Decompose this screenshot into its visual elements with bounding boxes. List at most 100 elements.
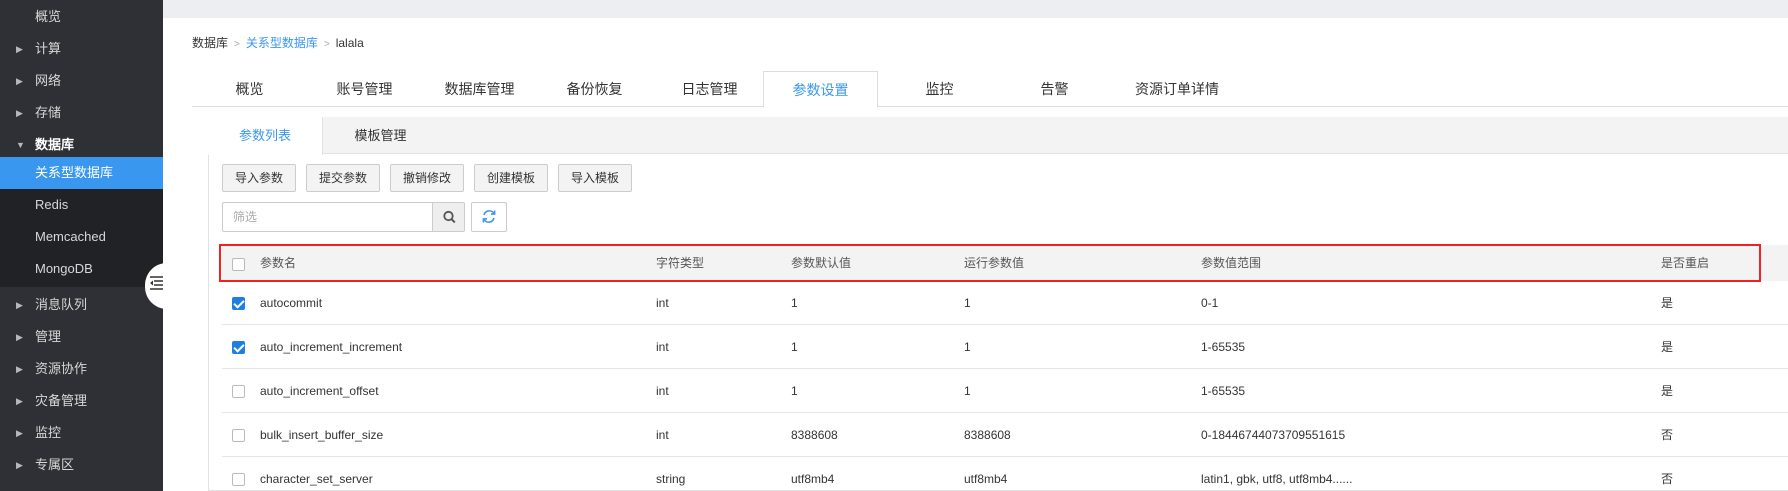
refresh-button[interactable] — [471, 202, 507, 232]
cell-type: string — [656, 472, 686, 486]
sidebar-item-monitor[interactable]: ▶ 监控 — [0, 417, 163, 449]
sidebar-item-management[interactable]: ▶ 管理 — [0, 321, 163, 353]
cell-default: 1 — [791, 384, 798, 398]
cell-name: auto_increment_offset — [260, 384, 379, 398]
cell-range: 0-18446744073709551615 — [1201, 428, 1346, 442]
tab-parameter-settings[interactable]: 参数设置 — [763, 71, 878, 108]
breadcrumb-separator-icon: > — [234, 39, 240, 50]
tab-monitor[interactable]: 监控 — [882, 71, 997, 107]
cell-type: int — [656, 384, 669, 398]
sidebar-item-label: 存储 — [35, 105, 62, 120]
sidebar-item-label: 专属区 — [35, 457, 75, 472]
subtab-parameter-list[interactable]: 参数列表 — [208, 117, 323, 155]
row-checkbox[interactable] — [232, 429, 245, 442]
cell-type: int — [656, 340, 669, 354]
tab-resource-order-details[interactable]: 资源订单详情 — [1112, 71, 1242, 107]
breadcrumb: 数据库 > 关系型数据库 > lalala — [192, 34, 364, 51]
sub-tabs: 参数列表 模板管理 — [208, 117, 1788, 155]
sidebar-item-disaster-recovery[interactable]: ▶ 灾备管理 — [0, 385, 163, 417]
breadcrumb-root[interactable]: 数据库 — [192, 36, 228, 50]
tab-log-management[interactable]: 日志管理 — [652, 71, 767, 107]
cell-restart: 否 — [1661, 472, 1674, 486]
cell-name: auto_increment_increment — [260, 340, 403, 354]
sidebar-item-compute[interactable]: ▶ 计算 — [0, 33, 163, 65]
sidebar-item-label: 资源协作 — [35, 361, 88, 376]
cell-restart: 是 — [1661, 296, 1674, 310]
caret-right-icon: ▶ — [16, 300, 23, 310]
cell-type: int — [656, 428, 669, 442]
tab-accounts[interactable]: 账号管理 — [307, 71, 422, 107]
cell-range: 1-65535 — [1201, 384, 1246, 398]
cell-restart: 否 — [1661, 428, 1674, 442]
sidebar-item-label: 监控 — [35, 425, 62, 440]
search-button[interactable] — [432, 202, 465, 232]
caret-right-icon: ▶ — [16, 108, 23, 118]
sidebar-item-message-queue[interactable]: ▶ 消息队列 — [0, 289, 163, 321]
cell-restart: 是 — [1661, 384, 1674, 398]
sidebar-item-overview[interactable]: 概览 — [0, 1, 163, 33]
import-params-button[interactable]: 导入参数 — [222, 164, 297, 192]
sidebar-item-mongodb[interactable]: MongoDB — [0, 253, 163, 287]
cell-default: 1 — [791, 296, 798, 310]
undo-changes-button[interactable]: 撤销修改 — [390, 164, 465, 192]
caret-right-icon: ▶ — [16, 76, 23, 86]
caret-right-icon: ▶ — [16, 332, 23, 342]
cell-range: 0-1 — [1201, 296, 1219, 310]
sidebar-item-label: 灾备管理 — [35, 393, 88, 408]
cell-running: 8388608 — [964, 428, 1011, 442]
sidebar-item-label: 网络 — [35, 73, 62, 88]
search-icon — [443, 210, 456, 224]
cell-default: 1 — [791, 340, 798, 354]
sidebar-item-label: 管理 — [35, 329, 62, 344]
sidebar-item-label: 计算 — [35, 41, 62, 56]
row-checkbox[interactable] — [232, 297, 245, 310]
tab-alerts[interactable]: 告警 — [997, 71, 1112, 107]
cell-running: 1 — [964, 340, 971, 354]
sidebar-item-dedicated-zone[interactable]: ▶ 专属区 — [0, 449, 163, 481]
cell-range: latin1, gbk, utf8, utf8mb4...... — [1201, 472, 1353, 486]
subtab-template-management[interactable]: 模板管理 — [323, 117, 438, 154]
highlight-box — [219, 244, 1761, 282]
table-row[interactable]: autocommit int 1 1 0-1 是 — [222, 281, 1788, 325]
create-template-button[interactable]: 创建模板 — [474, 164, 549, 192]
cell-running: utf8mb4 — [964, 472, 1008, 486]
sidebar-item-rds[interactable]: 关系型数据库 — [0, 157, 163, 189]
tab-overview[interactable]: 概览 — [192, 71, 307, 107]
refresh-icon — [482, 210, 496, 223]
sidebar-item-label: 概览 — [35, 9, 62, 24]
cell-type: int — [656, 296, 669, 310]
top-strip — [163, 0, 1788, 18]
row-checkbox[interactable] — [232, 341, 245, 354]
submit-params-button[interactable]: 提交参数 — [306, 164, 381, 192]
cell-range: 1-65535 — [1201, 340, 1246, 354]
cell-running: 1 — [964, 296, 971, 310]
caret-right-icon: ▶ — [16, 364, 23, 374]
sidebar-item-redis[interactable]: Redis — [0, 189, 163, 221]
sidebar-item-label: Redis — [35, 197, 69, 212]
tab-database-management[interactable]: 数据库管理 — [422, 71, 537, 107]
table-row[interactable]: auto_increment_increment int 1 1 1-65535… — [222, 325, 1788, 369]
cell-default: utf8mb4 — [791, 472, 835, 486]
caret-right-icon: ▶ — [16, 428, 23, 438]
caret-right-icon: ▶ — [16, 460, 23, 470]
import-template-button[interactable]: 导入模板 — [558, 164, 633, 192]
filter-input[interactable]: 筛选 — [222, 202, 433, 232]
breadcrumb-current: lalala — [335, 36, 364, 50]
collapse-icon — [150, 276, 163, 293]
sidebar-item-resource-collab[interactable]: ▶ 资源协作 — [0, 353, 163, 385]
main-tabs: 概览 账号管理 数据库管理 备份恢复 日志管理 参数设置 监控 告警 资源订单详… — [192, 71, 1788, 108]
row-checkbox[interactable] — [232, 385, 245, 398]
row-checkbox[interactable] — [232, 473, 245, 486]
table-row[interactable]: auto_increment_offset int 1 1 1-65535 是 — [222, 369, 1788, 413]
table-row[interactable]: bulk_insert_buffer_size int 8388608 8388… — [222, 413, 1788, 457]
sidebar-item-memcached[interactable]: Memcached — [0, 221, 163, 253]
sidebar-item-label: 消息队列 — [35, 297, 88, 312]
sidebar-item-network[interactable]: ▶ 网络 — [0, 65, 163, 97]
breadcrumb-separator-icon: > — [323, 39, 330, 50]
tab-backup-restore[interactable]: 备份恢复 — [537, 71, 652, 107]
cell-name: bulk_insert_buffer_size — [260, 428, 384, 442]
cell-name: character_set_server — [260, 472, 373, 486]
table-row[interactable]: character_set_server string utf8mb4 utf8… — [222, 457, 1788, 491]
breadcrumb-parent-link[interactable]: 关系型数据库 — [246, 36, 318, 50]
sidebar-item-storage[interactable]: ▶ 存储 — [0, 97, 163, 129]
